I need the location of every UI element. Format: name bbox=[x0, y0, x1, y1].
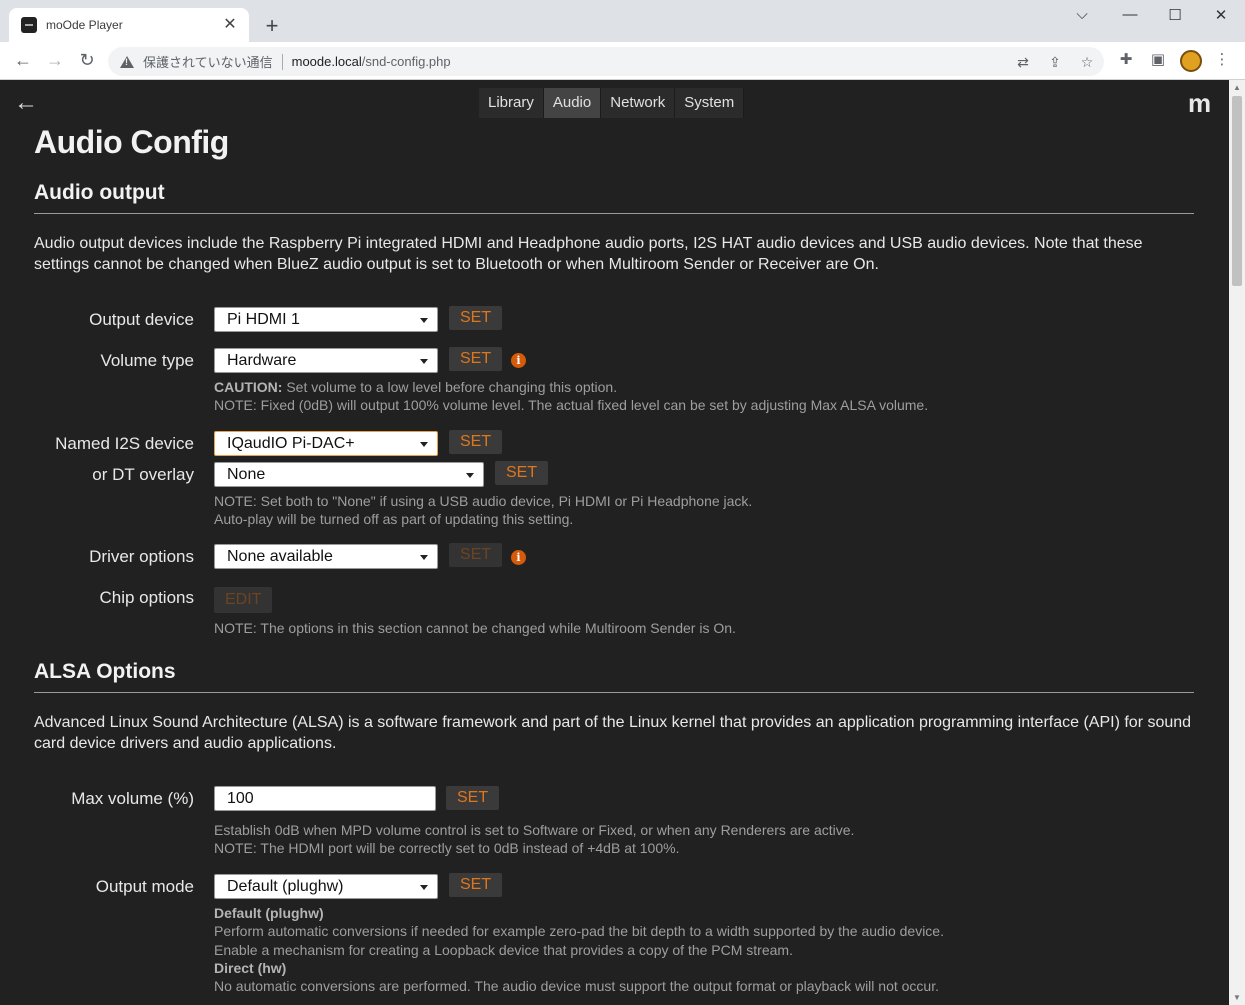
output-device-value: Pi HDMI 1 bbox=[227, 311, 300, 328]
dt-overlay-select[interactable]: None bbox=[214, 462, 484, 487]
output-device-label: Output device bbox=[89, 310, 194, 329]
address-bar[interactable]: 保護されていない通信 moode.local/snd-config.php ⇄ … bbox=[108, 47, 1104, 76]
url-host: moode.local bbox=[291, 54, 362, 69]
section-divider bbox=[34, 213, 1194, 214]
output-mode-default-heading: Default (plughw) bbox=[214, 905, 324, 921]
volume-type-note: NOTE: Fixed (0dB) will output 100% volum… bbox=[214, 397, 929, 413]
scroll-up-icon[interactable]: ▲ bbox=[1233, 83, 1241, 92]
alsa-intro: Advanced Linux Sound Architecture (ALSA)… bbox=[34, 714, 1192, 752]
chevron-down-icon bbox=[420, 885, 428, 890]
maximize-window-icon[interactable]: ☐ bbox=[1163, 6, 1187, 24]
translate-icon[interactable]: ⇄ bbox=[1014, 53, 1032, 71]
page-scrollbar[interactable]: ▲ ▼ bbox=[1229, 80, 1245, 1005]
chip-options-label: Chip options bbox=[99, 588, 194, 607]
driver-options-set-button[interactable]: SET bbox=[449, 543, 503, 567]
nav-audio[interactable]: Audio bbox=[543, 88, 602, 118]
output-mode-value: Default (plughw) bbox=[227, 878, 344, 895]
max-volume-label: Max volume (%) bbox=[71, 789, 194, 808]
scroll-down-icon[interactable]: ▼ bbox=[1233, 993, 1241, 1002]
named-i2s-label: Named I2S device bbox=[55, 434, 194, 453]
output-mode-direct-desc: No automatic conversions are performed. … bbox=[214, 978, 939, 994]
tab-close-icon[interactable]: ✕ bbox=[221, 16, 239, 34]
output-mode-set-button[interactable]: SET bbox=[449, 873, 503, 897]
volume-type-set-button[interactable]: SET bbox=[449, 347, 503, 371]
output-mode-default-loopback: Enable a mechanism for creating a Loopba… bbox=[214, 942, 793, 958]
close-window-icon[interactable]: ✕ bbox=[1209, 6, 1233, 24]
max-volume-input[interactable]: 100 bbox=[214, 786, 436, 811]
driver-options-label: Driver options bbox=[89, 547, 194, 566]
new-tab-button[interactable]: + bbox=[262, 14, 282, 38]
browser-back-icon[interactable]: ← bbox=[11, 48, 35, 72]
nav-system[interactable]: System bbox=[675, 88, 745, 118]
side-panel-icon[interactable]: ▣ bbox=[1147, 50, 1169, 68]
named-i2s-select[interactable]: IQaudIO Pi-DAC+ bbox=[214, 431, 438, 456]
max-volume-hdmi-note: NOTE: The HDMI port will be correctly se… bbox=[214, 840, 680, 856]
volume-type-label: Volume type bbox=[100, 351, 194, 370]
browser-tabstrip: moOde Player ✕ + ⌵ — ☐ ✕ bbox=[0, 0, 1245, 42]
config-nav: Library Audio Network System bbox=[479, 88, 745, 118]
dt-overlay-note: NOTE: Set both to "None" if using a USB … bbox=[214, 493, 753, 509]
output-mode-label: Output mode bbox=[95, 877, 194, 896]
not-secure-warning-icon[interactable] bbox=[120, 55, 134, 68]
tab-search-icon[interactable]: ⌵ bbox=[1070, 6, 1094, 23]
caution-text: Set volume to a low level before changin… bbox=[282, 379, 618, 395]
dt-overlay-value: None bbox=[227, 466, 266, 483]
minimize-window-icon[interactable]: — bbox=[1118, 6, 1142, 23]
volume-type-value: Hardware bbox=[227, 352, 297, 369]
audio-output-intro: Audio output devices include the Raspber… bbox=[34, 235, 1143, 273]
dt-overlay-label: or DT overlay bbox=[92, 465, 194, 484]
chevron-down-icon bbox=[420, 318, 428, 323]
profile-avatar[interactable] bbox=[1180, 50, 1202, 72]
browser-menu-icon[interactable]: ⋮ bbox=[1211, 50, 1233, 68]
chevron-down-icon bbox=[420, 442, 428, 447]
named-i2s-set-button[interactable]: SET bbox=[449, 430, 503, 454]
volume-type-select[interactable]: Hardware bbox=[214, 348, 438, 373]
url-path: /snd-config.php bbox=[361, 54, 451, 69]
output-mode-direct-heading: Direct (hw) bbox=[214, 960, 287, 976]
chip-options-note: NOTE: The options in this section cannot… bbox=[214, 620, 736, 636]
chip-options-edit-button[interactable]: EDIT bbox=[214, 587, 273, 613]
moode-logo[interactable]: m bbox=[1188, 88, 1211, 118]
tab-title: moOde Player bbox=[46, 18, 123, 32]
max-volume-set-button[interactable]: SET bbox=[446, 786, 500, 810]
nav-network[interactable]: Network bbox=[601, 88, 676, 118]
output-device-select[interactable]: Pi HDMI 1 bbox=[214, 307, 438, 332]
share-icon[interactable]: ⇪ bbox=[1046, 53, 1064, 71]
output-mode-default-desc: Perform automatic conversions if needed … bbox=[214, 923, 944, 939]
page-title: Audio Config bbox=[34, 124, 229, 160]
section-heading-alsa: ALSA Options bbox=[34, 660, 176, 683]
section-heading-audio-output: Audio output bbox=[34, 181, 165, 204]
reload-icon[interactable]: ↻ bbox=[75, 48, 99, 72]
back-arrow-icon[interactable]: ← bbox=[14, 90, 38, 116]
page-content: ← m Library Audio Network System Audio C… bbox=[0, 80, 1229, 1005]
bookmark-star-icon[interactable]: ☆ bbox=[1078, 53, 1096, 71]
extensions-puzzle-icon[interactable]: ✚ bbox=[1115, 50, 1137, 68]
chevron-down-icon bbox=[420, 555, 428, 560]
omnibox-separator bbox=[281, 53, 283, 70]
info-icon[interactable]: i bbox=[511, 353, 526, 368]
chevron-down-icon bbox=[466, 473, 474, 478]
caution-heading: CAUTION: bbox=[214, 379, 283, 395]
driver-options-value: None available bbox=[227, 548, 333, 565]
output-device-set-button[interactable]: SET bbox=[449, 306, 503, 330]
output-mode-select[interactable]: Default (plughw) bbox=[214, 874, 438, 899]
moode-favicon-icon bbox=[21, 17, 37, 33]
dt-overlay-note-autoplay: Auto-play will be turned off as part of … bbox=[214, 511, 574, 527]
info-icon[interactable]: i bbox=[511, 550, 526, 565]
browser-forward-icon[interactable]: → bbox=[43, 48, 67, 72]
nav-library[interactable]: Library bbox=[479, 88, 544, 118]
named-i2s-value: IQaudIO Pi-DAC+ bbox=[227, 435, 355, 452]
browser-tab[interactable]: moOde Player ✕ bbox=[9, 8, 249, 42]
volume-type-caution: CAUTION: Set volume to a low level befor… bbox=[214, 378, 617, 396]
security-status-text[interactable]: 保護されていない通信 bbox=[143, 52, 273, 71]
dt-overlay-set-button[interactable]: SET bbox=[495, 461, 549, 485]
max-volume-note: Establish 0dB when MPD volume control is… bbox=[214, 822, 855, 838]
section-divider bbox=[34, 692, 1194, 693]
scroll-thumb[interactable] bbox=[1232, 96, 1242, 286]
driver-options-select[interactable]: None available bbox=[214, 544, 438, 569]
omnibox-actions: ⇄ ⇪ ☆ bbox=[1014, 53, 1096, 71]
browser-toolbar: ← → ↻ 保護されていない通信 moode.local/snd-config.… bbox=[0, 42, 1245, 80]
chevron-down-icon bbox=[420, 359, 428, 364]
url-text[interactable]: moode.local/snd-config.php bbox=[292, 54, 451, 69]
